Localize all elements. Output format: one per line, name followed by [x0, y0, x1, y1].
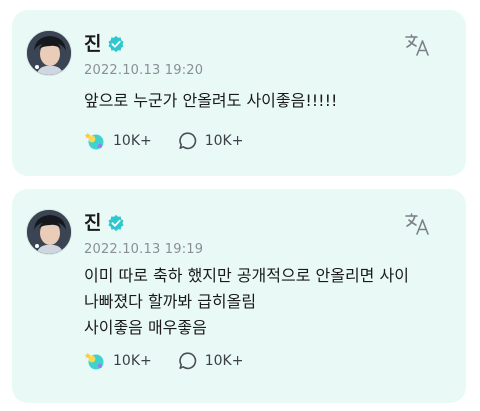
comment-count: 10K+ — [204, 133, 244, 149]
author-name[interactable]: 진 — [84, 32, 101, 56]
comment-button[interactable]: 10K+ — [178, 131, 244, 151]
comment-count: 10K+ — [204, 353, 244, 369]
post-body-line: 이미 따로 축하 했지만 공개적으로 안올리면 사이 — [84, 266, 409, 285]
verified-badge-icon — [108, 35, 125, 53]
like-icon — [84, 132, 104, 150]
post-actions: 10K+ 10K+ — [84, 351, 243, 371]
like-count: 10K+ — [113, 133, 152, 149]
post-timestamp: 2022.10.13 19:19 — [84, 242, 204, 257]
post-actions: 10K+ 10K+ — [84, 131, 243, 151]
comment-button[interactable]: 10K+ — [178, 351, 244, 371]
post-body-line: 나빠졌다 할까봐 급히올림 — [84, 292, 257, 311]
like-button[interactable]: 10K+ — [84, 131, 152, 151]
translate-icon[interactable] — [404, 32, 432, 58]
comment-icon — [178, 352, 196, 370]
post-card[interactable]: 진 2022.10.13 19:20 앞으로 누군가 안올려도 사이좋음!!!!… — [12, 10, 466, 176]
avatar[interactable] — [26, 209, 72, 255]
author-name[interactable]: 진 — [84, 211, 101, 235]
like-icon — [84, 352, 104, 370]
post-timestamp: 2022.10.13 19:20 — [84, 63, 204, 78]
like-button[interactable]: 10K+ — [84, 351, 152, 371]
post-body: 앞으로 누군가 안올려도 사이좋음!!!!! — [84, 88, 448, 114]
post-card[interactable]: 진 2022.10.13 19:19 이미 따로 축하 했지만 공개적으로 안올… — [12, 189, 466, 403]
like-count: 10K+ — [113, 353, 152, 369]
post-body-line: 사이좋음 매우좋음 — [84, 318, 207, 337]
post-body: 이미 따로 축하 했지만 공개적으로 안올리면 사이 나빠졌다 할까봐 급히올림… — [84, 263, 448, 341]
verified-badge-icon — [108, 214, 125, 232]
post-body-line: 앞으로 누군가 안올려도 사이좋음!!!!! — [84, 91, 338, 110]
avatar[interactable] — [26, 30, 72, 76]
translate-icon[interactable] — [404, 211, 432, 237]
comment-icon — [178, 132, 196, 150]
